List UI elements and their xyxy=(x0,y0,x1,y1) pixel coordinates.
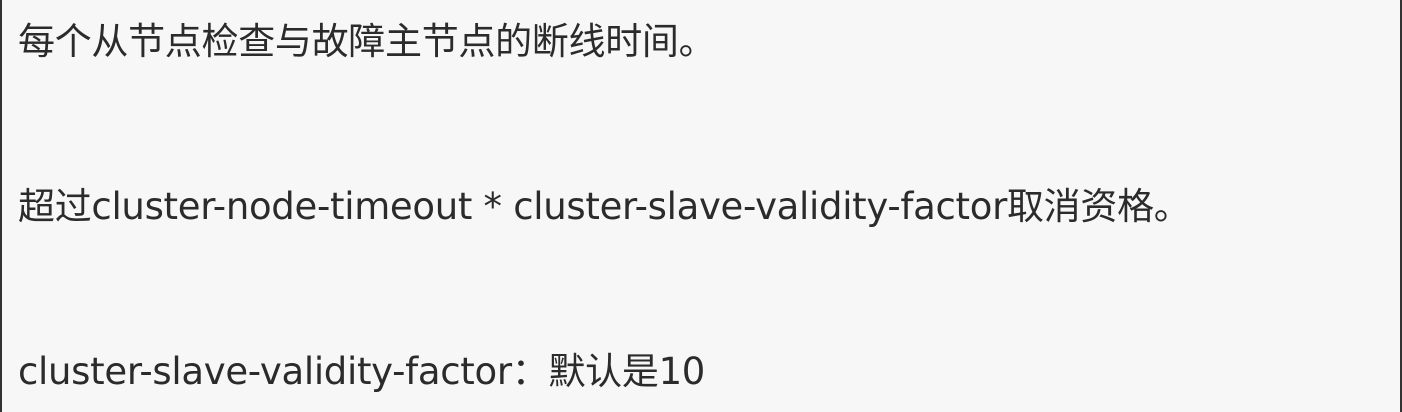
document-slide: 每个从节点检查与故障主节点的断线时间。 超过cluster-node-timeo… xyxy=(0,0,1402,412)
text-line-disconnect-check: 每个从节点检查与故障主节点的断线时间。 xyxy=(18,20,716,63)
text-line-default-factor: cluster-slave-validity-factor：默认是10 xyxy=(18,350,706,393)
text-line-disqualification-rule: 超过cluster-node-timeout * cluster-slave-v… xyxy=(18,185,1191,228)
